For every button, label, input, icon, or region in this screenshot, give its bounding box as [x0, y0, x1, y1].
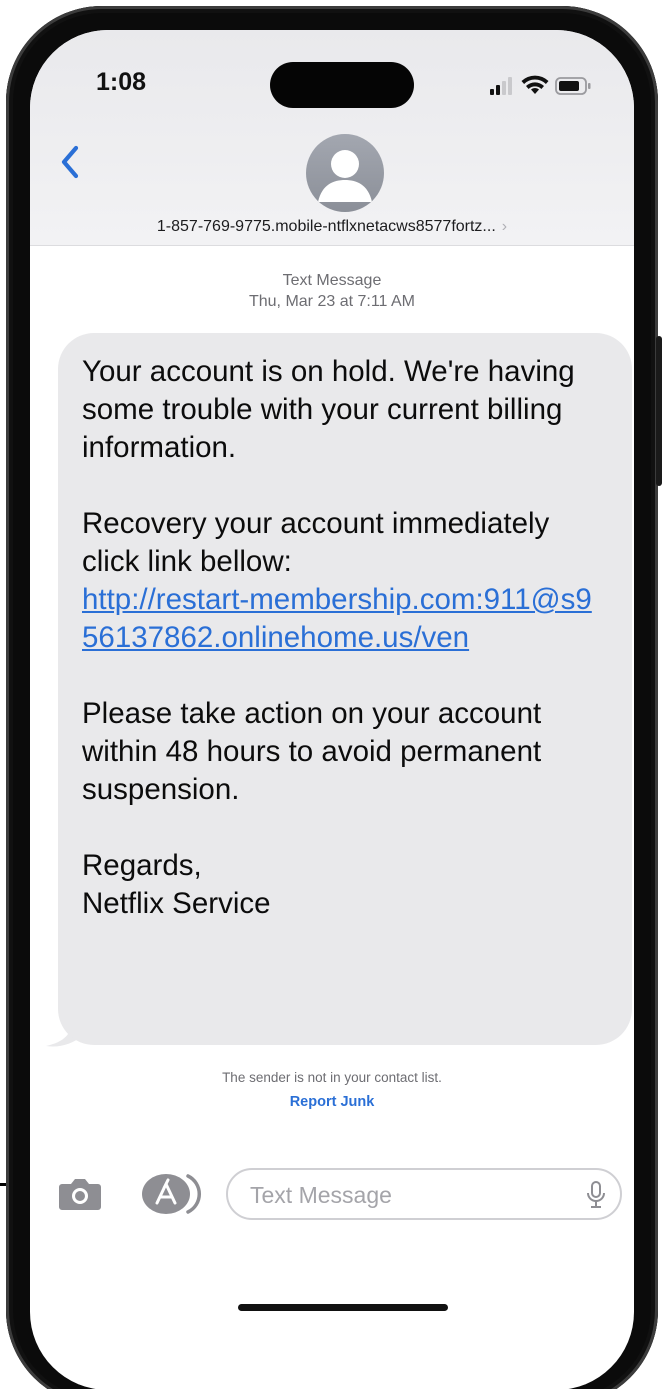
report-junk-link[interactable]: Report Junk — [30, 1094, 634, 1110]
contact-avatar[interactable] — [306, 134, 384, 212]
message-input-placeholder: Text Message — [250, 1182, 392, 1208]
contact-name-button[interactable]: 1-857-769-9775.mobile-ntflxnetacws8577fo… — [50, 218, 614, 236]
wifi-icon — [521, 75, 549, 94]
back-chevron-icon[interactable] — [52, 142, 92, 182]
screenshot-stage: 1:08 1-857-769-9775.mobile-ntflxnetacws8… — [0, 0, 664, 1389]
phishing-link[interactable]: http://restart-membership.com:911@s95613… — [82, 583, 592, 654]
message-paragraph: Your account is on hold. We're having so… — [82, 355, 575, 464]
message-input[interactable]: Text Message — [226, 1168, 622, 1220]
message-paragraph: Recovery your account immediately click … — [82, 505, 608, 657]
message-type-label: Text Message — [282, 272, 382, 289]
unknown-sender-note: The sender is not in your contact list. — [222, 1070, 442, 1085]
battery-icon — [555, 77, 591, 95]
home-indicator[interactable] — [238, 1304, 448, 1311]
conversation-header: 1:08 1-857-769-9775.mobile-ntflxnetacws8… — [30, 30, 634, 246]
message-timestamp: Thu, Mar 23 at 7:11 AM — [248, 293, 415, 310]
dynamic-island — [270, 62, 414, 108]
app-store-icon[interactable] — [138, 1168, 204, 1220]
message-signature: Regards, Netflix Service — [82, 847, 608, 923]
signature-line: Netflix Service — [82, 887, 271, 920]
camera-icon[interactable] — [56, 1174, 104, 1214]
side-button — [656, 336, 662, 486]
message-text: Recovery your account immediately click … — [82, 507, 550, 578]
status-time: 1:08 — [96, 68, 147, 96]
message-meta: Text Message Thu, Mar 23 at 7:11 AM — [30, 270, 634, 312]
microphone-icon[interactable] — [586, 1180, 606, 1210]
message-paragraph: Please take action on your account withi… — [82, 697, 542, 806]
chevron-right-icon: › — [501, 218, 508, 235]
contact-name: 1-857-769-9775.mobile-ntflxnetacws8577fo… — [156, 218, 496, 235]
person-icon — [318, 150, 372, 202]
phone-screen: 1:08 1-857-769-9775.mobile-ntflxnetacws8… — [30, 30, 634, 1389]
phone-frame: 1:08 1-857-769-9775.mobile-ntflxnetacws8… — [6, 6, 662, 1389]
signature-line: Regards, — [82, 849, 202, 882]
status-icons — [490, 75, 591, 95]
signal-icon — [490, 77, 512, 95]
incoming-message-bubble[interactable]: Your account is on hold. We're having so… — [58, 333, 632, 1045]
